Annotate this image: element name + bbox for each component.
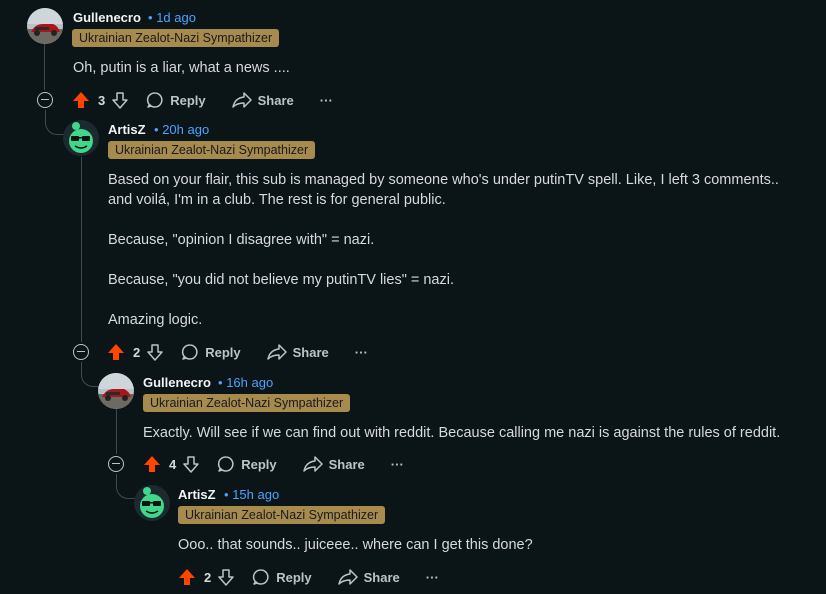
reply-label: Reply xyxy=(205,344,241,360)
upvote-icon xyxy=(144,456,160,472)
upvote-button[interactable] xyxy=(107,343,125,361)
downvote-button[interactable] xyxy=(111,91,129,109)
time-text: 20h ago xyxy=(162,122,210,137)
time-text: 15h ago xyxy=(232,487,280,502)
comment-actions: 3 Reply Share ··· xyxy=(72,88,333,112)
meta-separator: • xyxy=(218,375,223,390)
comment-paragraph: Because, "you did not believe my putinTV… xyxy=(108,272,454,288)
meta-separator: • xyxy=(148,10,153,25)
green-snoo-sunglasses-avatar[interactable] xyxy=(134,485,170,521)
comment-actions: 2 Reply Share ··· xyxy=(178,565,439,589)
comment-paragraph: Ooo.. that sounds.. juiceee.. where can … xyxy=(178,537,533,553)
share-arrow-icon xyxy=(266,344,287,360)
user-flair: Ukrainian Zealot-Nazi Sympathizer xyxy=(143,394,351,412)
vote-score: 4 xyxy=(169,456,177,472)
share-label: Share xyxy=(292,344,329,360)
more-options-button[interactable]: ··· xyxy=(391,457,404,472)
upvote-icon xyxy=(73,92,89,108)
vote-score: 3 xyxy=(98,92,106,108)
user-flair: Ukrainian Zealot-Nazi Sympathizer xyxy=(108,141,316,159)
speech-bubble-icon xyxy=(253,569,269,585)
upvote-icon xyxy=(179,569,195,585)
comment-timestamp[interactable]: • 1d ago xyxy=(148,10,196,25)
collapse-thread-button[interactable] xyxy=(108,456,124,472)
thread-connector xyxy=(116,474,135,499)
time-text: 16h ago xyxy=(226,375,274,390)
share-label: Share xyxy=(257,92,294,108)
time-text: 1d ago xyxy=(156,10,196,25)
reply-button[interactable]: Reply xyxy=(181,343,241,361)
downvote-button[interactable] xyxy=(146,343,164,361)
meta-separator: • xyxy=(154,122,159,137)
downvote-icon xyxy=(147,344,163,361)
comment-body: Oh, putin is a liar, what a news .... xyxy=(73,58,290,78)
user-flair: Ukrainian Zealot-Nazi Sympathizer xyxy=(178,506,386,524)
thread-line xyxy=(116,409,117,454)
collapse-thread-button[interactable] xyxy=(73,344,89,360)
more-options-button[interactable]: ··· xyxy=(355,345,368,360)
comment-author[interactable]: ArtisZ xyxy=(108,122,146,137)
meta-separator: • xyxy=(224,487,229,502)
share-button[interactable]: Share xyxy=(266,343,329,361)
upvote-button[interactable] xyxy=(178,568,196,586)
share-button[interactable]: Share xyxy=(337,568,400,586)
comment-timestamp[interactable]: • 16h ago xyxy=(218,375,273,390)
comment-body: Ooo.. that sounds.. juiceee.. where can … xyxy=(178,535,533,555)
comment-author[interactable]: ArtisZ xyxy=(178,487,216,502)
comment-paragraph: and voilá, I'm in a club. The rest is fo… xyxy=(108,192,446,208)
share-arrow-icon xyxy=(231,92,252,108)
comment-paragraph: Oh, putin is a liar, what a news .... xyxy=(73,60,290,76)
more-options-button[interactable]: ··· xyxy=(320,93,333,108)
upvote-icon xyxy=(108,344,124,360)
thread-connector xyxy=(81,362,100,387)
downvote-icon xyxy=(218,569,234,586)
more-options-button[interactable]: ··· xyxy=(426,570,439,585)
share-button[interactable]: Share xyxy=(302,455,365,473)
comment-paragraph: Exactly. Will see if we can find out wit… xyxy=(143,425,781,441)
upvote-button[interactable] xyxy=(72,91,90,109)
downvote-icon xyxy=(183,456,199,473)
user-flair: Ukrainian Zealot-Nazi Sympathizer xyxy=(72,29,280,47)
share-arrow-icon xyxy=(302,456,323,472)
car-photo-avatar[interactable] xyxy=(27,8,63,44)
reply-label: Reply xyxy=(170,92,206,108)
share-label: Share xyxy=(328,456,365,472)
thread-line xyxy=(81,157,82,342)
comment-timestamp[interactable]: • 20h ago xyxy=(154,122,209,137)
reply-label: Reply xyxy=(241,456,277,472)
green-snoo-sunglasses-avatar[interactable] xyxy=(63,120,99,156)
comment-paragraph: Because, "opinion I disagree with" = naz… xyxy=(108,232,375,248)
comment-paragraph: Amazing logic. xyxy=(108,312,203,328)
comment-author[interactable]: Gullenecro xyxy=(73,10,141,25)
comment-timestamp[interactable]: • 15h ago xyxy=(224,487,279,502)
reply-button[interactable]: Reply xyxy=(146,91,206,109)
comment-actions: 2 Reply Share ··· xyxy=(107,340,368,364)
reply-label: Reply xyxy=(276,569,312,585)
vote-score: 2 xyxy=(204,569,212,585)
downvote-button[interactable] xyxy=(217,568,235,586)
reply-button[interactable]: Reply xyxy=(252,568,312,586)
vote-score: 2 xyxy=(133,344,141,360)
car-photo-avatar[interactable] xyxy=(98,373,134,409)
upvote-button[interactable] xyxy=(143,455,161,473)
speech-bubble-icon xyxy=(182,344,198,360)
comment-body: Based on your flair, this sub is managed… xyxy=(108,170,779,330)
comment-author[interactable]: Gullenecro xyxy=(143,375,211,390)
comment-actions: 4 Reply Share ··· xyxy=(143,452,404,476)
speech-bubble-icon xyxy=(218,456,234,472)
share-arrow-icon xyxy=(337,569,358,585)
collapse-thread-button[interactable] xyxy=(37,92,53,108)
speech-bubble-icon xyxy=(147,92,163,108)
thread-line xyxy=(44,44,45,90)
share-label: Share xyxy=(363,569,400,585)
comment-body: Exactly. Will see if we can find out wit… xyxy=(143,423,780,443)
comment-paragraph: Based on your flair, this sub is managed… xyxy=(108,172,779,188)
downvote-icon xyxy=(112,92,128,109)
thread-connector xyxy=(45,110,64,135)
reply-button[interactable]: Reply xyxy=(217,455,277,473)
share-button[interactable]: Share xyxy=(231,91,294,109)
downvote-button[interactable] xyxy=(182,455,200,473)
